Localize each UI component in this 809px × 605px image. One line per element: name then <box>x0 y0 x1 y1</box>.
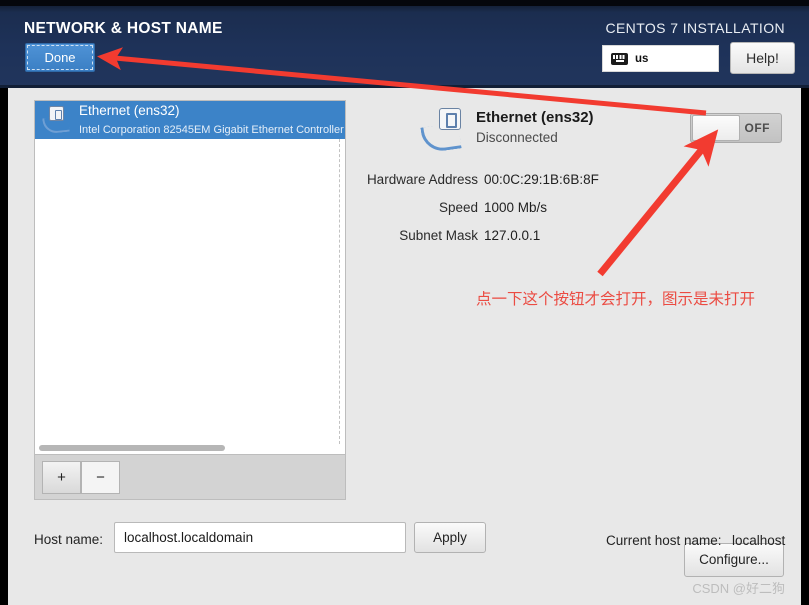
detail-connection-status: Disconnected <box>476 130 558 145</box>
keyboard-layout-label: us <box>635 52 649 65</box>
list-vertical-scrollbar[interactable] <box>339 139 343 444</box>
current-hostname-value: localhost <box>732 533 786 548</box>
installation-title: CENTOS 7 INSTALLATION <box>605 20 785 36</box>
installer-window: NETWORK & HOST NAME Done CENTOS 7 INSTAL… <box>0 0 809 605</box>
installer-header: NETWORK & HOST NAME Done CENTOS 7 INSTAL… <box>0 0 809 88</box>
list-horizontal-scrollbar[interactable] <box>39 445 225 451</box>
detail-label: Speed <box>438 200 478 215</box>
watermark: CSDN @好二狗 <box>692 581 785 596</box>
detail-row: Subnet Mask 127.0.0.1 <box>360 228 790 243</box>
detail-value: 127.0.0.1 <box>484 228 541 243</box>
ethernet-icon <box>420 108 468 154</box>
detail-value: 1000 Mb/s <box>484 200 548 215</box>
list-item[interactable]: Ethernet (ens32) Intel Corporation 82545… <box>35 101 345 139</box>
detail-label: Hardware Address <box>366 172 478 187</box>
device-list-toolbar: + − <box>34 455 346 500</box>
keyboard-layout-indicator[interactable]: us <box>602 45 719 72</box>
detail-value: 00:0C:29:1B:6B:8F <box>484 172 599 187</box>
page-title: NETWORK & HOST NAME <box>24 20 223 37</box>
network-device-list-panel: Ethernet (ens32) Intel Corporation 82545… <box>34 100 346 455</box>
help-button[interactable]: Help! <box>730 42 795 74</box>
network-onoff-toggle[interactable]: OFF <box>690 113 782 143</box>
detail-label: Subnet Mask <box>399 228 478 243</box>
network-device-list[interactable]: Ethernet (ens32) Intel Corporation 82545… <box>35 101 345 454</box>
device-name: Ethernet (ens32) <box>79 103 180 118</box>
keyboard-icon <box>611 52 628 65</box>
toggle-state-label: OFF <box>744 121 770 135</box>
add-device-button[interactable]: + <box>42 461 81 494</box>
device-description: Intel Corporation 82545EM Gigabit Ethern… <box>79 124 345 136</box>
ethernet-icon <box>42 105 73 135</box>
done-button[interactable]: Done <box>25 43 95 72</box>
configure-button[interactable]: Configure... <box>684 543 784 577</box>
toggle-knob[interactable] <box>692 115 740 141</box>
apply-button[interactable]: Apply <box>414 522 486 553</box>
current-hostname-label: Current host name: <box>606 533 722 548</box>
detail-row: Hardware Address 00:0C:29:1B:6B:8F <box>360 172 790 187</box>
remove-device-button[interactable]: − <box>81 461 120 494</box>
hostname-input[interactable] <box>114 522 406 553</box>
hostname-label: Host name: <box>34 532 104 547</box>
detail-device-name: Ethernet (ens32) <box>476 109 594 126</box>
annotation-text: 点一下这个按钮才会打开，图示是未打开 <box>476 291 756 308</box>
main-content: Ethernet (ens32) Intel Corporation 82545… <box>8 88 801 605</box>
detail-row: Speed 1000 Mb/s <box>360 200 790 215</box>
